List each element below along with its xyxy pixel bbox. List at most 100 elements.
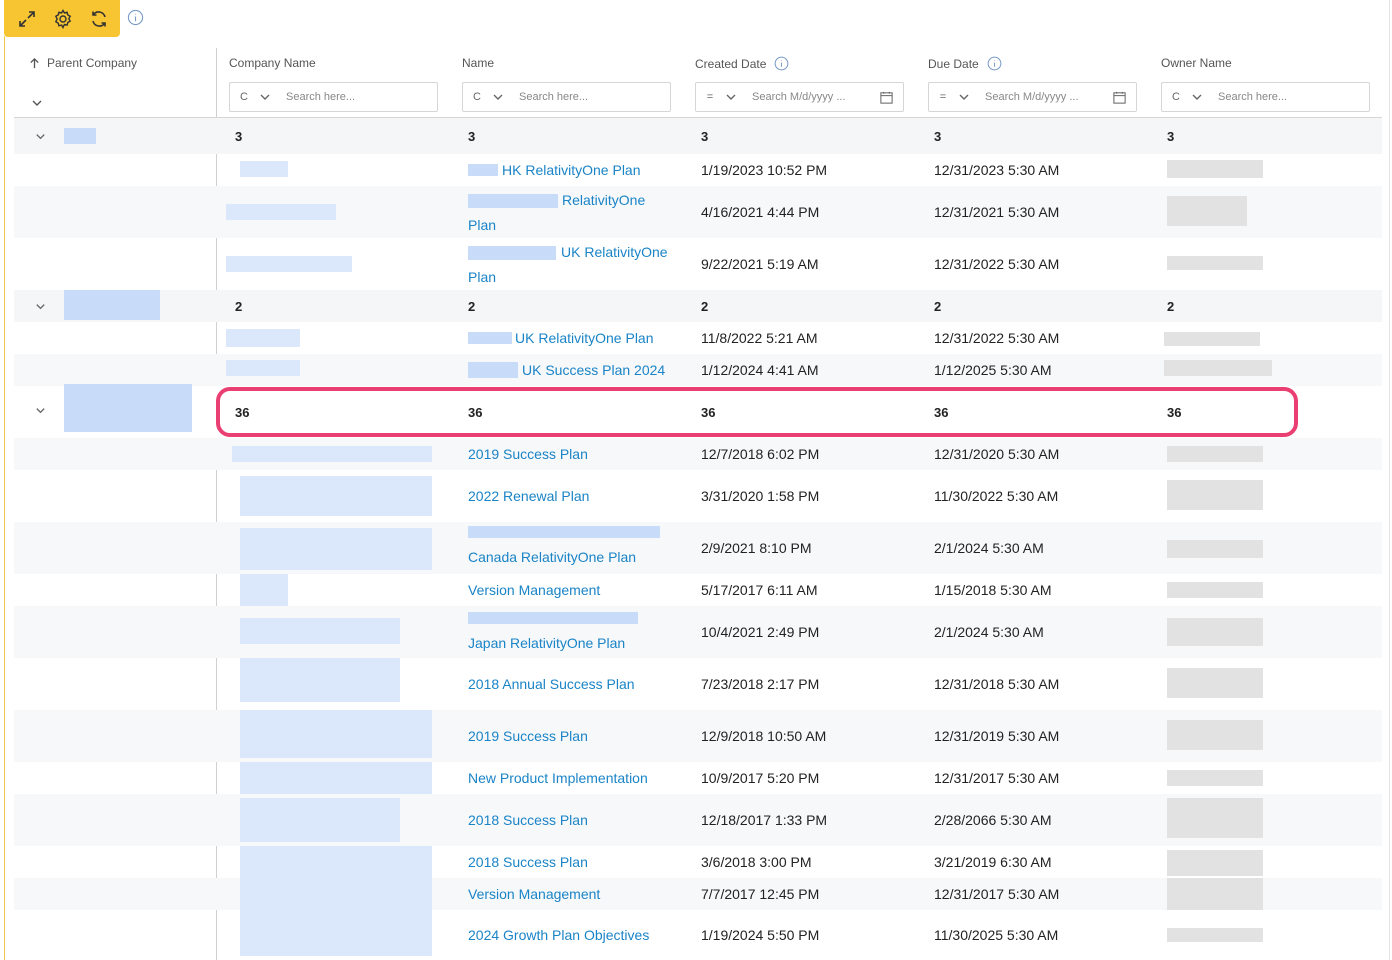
plan-name-link[interactable]: UK Success Plan 2024 (522, 354, 665, 386)
group-row[interactable]: 2 2 2 2 2 (14, 290, 1382, 322)
redacted-company-name (226, 204, 336, 220)
date-search-input[interactable]: Search M/d/yyyy ... (985, 91, 1112, 103)
expand-button[interactable] (16, 8, 38, 30)
plan-name-link[interactable]: UK RelativityOne Plan (515, 322, 654, 354)
group-count: 3 (1167, 128, 1175, 144)
owner-name-label: Owner Name (1161, 56, 1232, 70)
due-date-cell: 2/1/2024 5:30 AM (934, 540, 1044, 556)
created-date-header[interactable]: Created Date (695, 56, 789, 71)
owner-name-header[interactable]: Owner Name (1161, 56, 1232, 70)
chevron-down-icon[interactable] (34, 404, 47, 417)
calendar-icon[interactable] (1112, 90, 1127, 105)
owner-name-filter[interactable]: C Search here... (1161, 82, 1370, 112)
table-row[interactable]: 2018 Success Plan 3/6/2018 3:00 PM 3/21/… (14, 846, 1382, 878)
refresh-button[interactable] (88, 8, 110, 30)
plan-name-link[interactable]: RelativityOne Plan (468, 186, 668, 238)
chevron-down-icon[interactable] (724, 90, 738, 104)
chevron-down-icon[interactable] (1190, 90, 1204, 104)
group-row[interactable]: 36 36 36 36 36 (14, 384, 1382, 438)
table-row[interactable]: 2018 Annual Success Plan 7/23/2018 2:17 … (14, 658, 1382, 710)
plan-name-link[interactable]: 2022 Renewal Plan (468, 470, 589, 522)
parent-company-label: Parent Company (47, 56, 138, 70)
created-date-cell: 9/22/2021 5:19 AM (701, 256, 819, 272)
redacted-company-name (226, 256, 352, 272)
plan-name-link[interactable]: Version Management (468, 878, 600, 910)
created-date-cell: 12/9/2018 10:50 AM (701, 728, 827, 744)
table-row[interactable]: Version Management 7/7/2017 12:45 PM 12/… (14, 878, 1382, 910)
search-input[interactable]: Search here... (519, 91, 670, 103)
filter-operator[interactable]: C (230, 91, 258, 103)
company-name-header[interactable]: Company Name (229, 56, 316, 70)
redacted-owner-name (1167, 720, 1263, 750)
plan-name-link[interactable]: Japan RelativityOne Plan (468, 632, 625, 654)
filter-operator[interactable]: = (696, 91, 724, 103)
plan-name-link[interactable]: 2018 Success Plan (468, 846, 588, 878)
redacted-owner-name (1167, 446, 1263, 462)
name-filter[interactable]: C Search here... (462, 82, 671, 112)
filter-operator[interactable]: C (1162, 91, 1190, 103)
chevron-down-icon[interactable] (30, 96, 44, 110)
due-date-header[interactable]: Due Date (928, 56, 1002, 71)
chevron-down-icon[interactable] (34, 300, 47, 313)
table-row[interactable]: UK Success Plan 2024 1/12/2024 4:41 AM 1… (14, 354, 1382, 386)
plan-name-link[interactable]: 2018 Success Plan (468, 794, 588, 846)
redacted-owner-name (1167, 770, 1263, 786)
chevron-down-icon[interactable] (34, 130, 47, 143)
redacted-owner-name (1167, 160, 1263, 178)
name-header[interactable]: Name (462, 56, 494, 70)
created-date-cell: 11/8/2022 5:21 AM (701, 330, 818, 346)
search-input[interactable]: Search here... (1218, 91, 1369, 103)
table-row[interactable]: 2022 Renewal Plan 3/31/2020 1:58 PM 11/3… (14, 470, 1382, 522)
company-name-filter[interactable]: C Search here... (229, 82, 438, 112)
plan-name-link[interactable]: HK RelativityOne Plan (502, 154, 641, 186)
expand-icon (19, 10, 35, 27)
table-row[interactable]: RelativityOne Plan 4/16/2021 4:44 PM 12/… (14, 186, 1382, 238)
table-row[interactable]: 2018 Success Plan 12/18/2017 1:33 PM 2/2… (14, 794, 1382, 846)
plan-name-link[interactable]: Canada RelativityOne Plan (468, 542, 636, 572)
info-icon[interactable] (127, 9, 144, 26)
table-row[interactable]: HK RelativityOne Plan 1/19/2023 10:52 PM… (14, 154, 1382, 186)
filter-operator[interactable]: = (929, 91, 957, 103)
info-icon[interactable] (774, 56, 789, 71)
search-input[interactable]: Search here... (286, 91, 437, 103)
chevron-down-icon[interactable] (491, 90, 505, 104)
filter-operator[interactable]: C (463, 91, 491, 103)
table-row[interactable]: Version Management 5/17/2017 6:11 AM 1/1… (14, 574, 1382, 606)
table-row[interactable]: New Product Implementation 10/9/2017 5:2… (14, 762, 1382, 794)
company-name-label: Company Name (229, 56, 316, 70)
table-row[interactable]: 2019 Success Plan 12/9/2018 10:50 AM 12/… (14, 710, 1382, 762)
group-row[interactable]: 3 3 3 3 3 (14, 118, 1382, 154)
plan-name-link[interactable]: New Product Implementation (468, 762, 648, 794)
table-row[interactable]: Japan RelativityOne Plan 10/4/2021 2:49 … (14, 606, 1382, 658)
due-date-cell: 12/31/2023 5:30 AM (934, 162, 1060, 178)
chevron-down-icon[interactable] (258, 90, 272, 104)
table-row[interactable]: UK RelativityOne Plan 9/22/2021 5:19 AM … (14, 238, 1382, 290)
plan-name-link[interactable]: 2024 Growth Plan Objectives (468, 910, 649, 960)
plan-name-link[interactable]: 2019 Success Plan (468, 438, 588, 470)
plan-name-link[interactable]: Version Management (468, 574, 600, 606)
sort-ascending-icon (30, 57, 39, 68)
table-row[interactable]: 2024 Growth Plan Objectives 1/19/2024 5:… (14, 910, 1382, 960)
plan-name-link[interactable]: 2019 Success Plan (468, 710, 588, 762)
table-row[interactable]: UK RelativityOne Plan 11/8/2022 5:21 AM … (14, 322, 1382, 354)
parent-company-header[interactable]: Parent Company (28, 56, 137, 70)
redacted-owner-name (1167, 582, 1263, 598)
redacted-company-name (240, 878, 432, 910)
chevron-down-icon[interactable] (957, 90, 971, 104)
info-icon[interactable] (987, 56, 1002, 71)
table-row[interactable]: 2019 Success Plan 12/7/2018 6:02 PM 12/3… (14, 438, 1382, 470)
created-date-cell: 12/18/2017 1:33 PM (701, 812, 828, 828)
due-date-filter[interactable]: = Search M/d/yyyy ... (928, 82, 1137, 112)
plan-name-link[interactable]: 2018 Annual Success Plan (468, 658, 635, 710)
redacted-owner-name (1167, 850, 1263, 876)
created-date-filter[interactable]: = Search M/d/yyyy ... (695, 82, 904, 112)
calendar-icon[interactable] (879, 90, 894, 105)
redacted-name-prefix (468, 362, 518, 378)
table-row[interactable]: Canada RelativityOne Plan 2/9/2021 8:10 … (14, 522, 1382, 574)
redacted-owner-name (1167, 540, 1263, 558)
date-search-input[interactable]: Search M/d/yyyy ... (752, 91, 879, 103)
plan-name-link[interactable]: UK RelativityOne Plan (468, 238, 668, 290)
settings-button[interactable] (52, 8, 74, 30)
group-count: 3 (701, 128, 709, 144)
due-date-cell: 12/31/2022 5:30 AM (934, 330, 1060, 346)
